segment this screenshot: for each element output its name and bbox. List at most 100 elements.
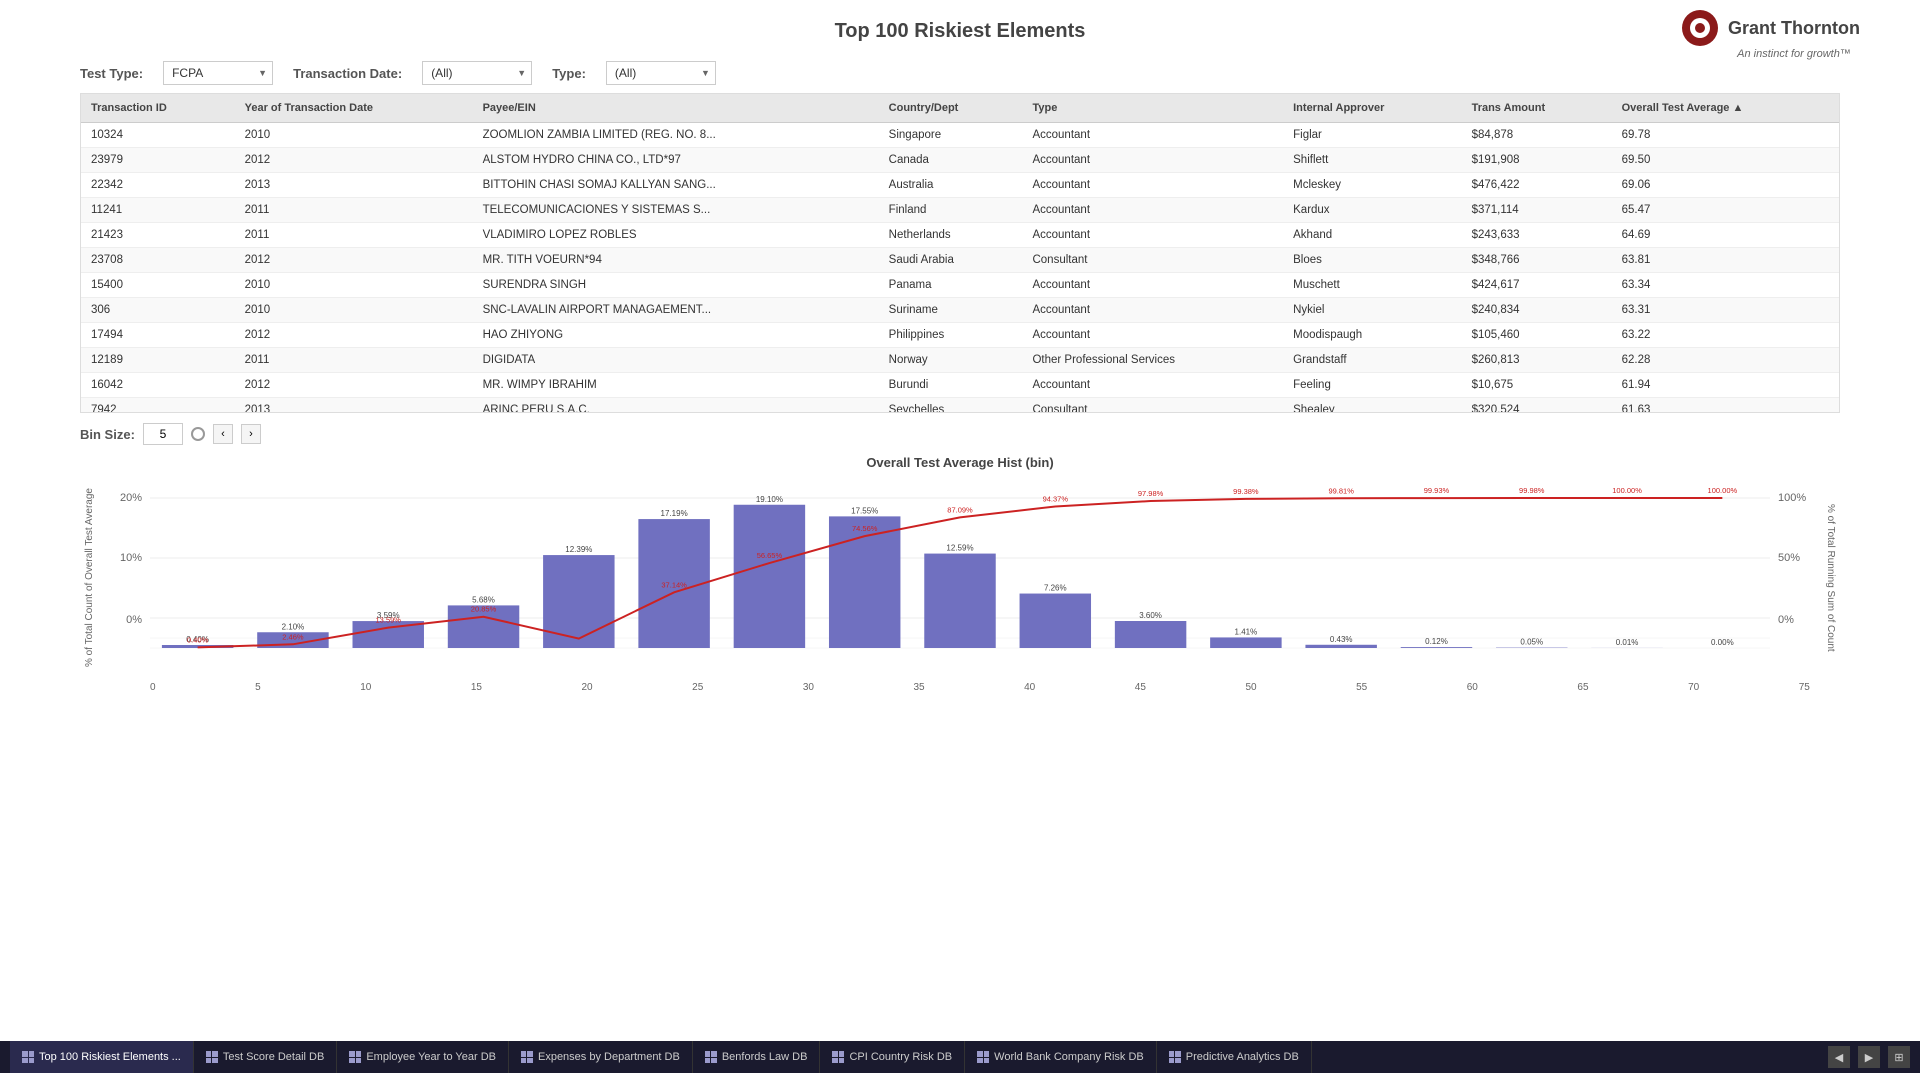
test-type-select-wrapper[interactable]: FCPA [163, 61, 273, 85]
tab-label-tab2: Test Score Detail DB [223, 1051, 324, 1063]
bin-size-input[interactable] [143, 423, 183, 445]
x-label-65: 65 [1577, 682, 1588, 693]
type-select-wrapper[interactable]: (All) [606, 61, 716, 85]
transaction-date-select-wrapper[interactable]: (All) [422, 61, 532, 85]
tab-grid-icon [1169, 1051, 1181, 1063]
table-row[interactable]: 23979 2012 ALSTOM HYDRO CHINA CO., LTD*9… [81, 148, 1839, 173]
table-row[interactable]: 10324 2010 ZOOMLION ZAMBIA LIMITED (REG.… [81, 123, 1839, 148]
x-label-60: 60 [1467, 682, 1478, 693]
tab-tab2[interactable]: Test Score Detail DB [194, 1041, 337, 1073]
cell-approver: Akhand [1283, 223, 1461, 248]
cell-type: Consultant [1022, 248, 1283, 273]
x-label-20: 20 [582, 682, 593, 693]
cell-id: 21423 [81, 223, 235, 248]
cell-id: 11241 [81, 198, 235, 223]
col-amount: Trans Amount [1462, 94, 1612, 123]
tab-tab4[interactable]: Expenses by Department DB [509, 1041, 693, 1073]
bottom-grid-btn[interactable]: ⊞ [1888, 1046, 1910, 1068]
table-row[interactable]: 22342 2013 BITTOHIN CHASI SOMAJ KALLYAN … [81, 173, 1839, 198]
cell-year: 2010 [235, 123, 473, 148]
tab-tab1[interactable]: Top 100 Riskiest Elements ... [10, 1041, 194, 1073]
tab-tab3[interactable]: Employee Year to Year DB [337, 1041, 509, 1073]
tab-label-tab6: CPI Country Risk DB [849, 1051, 952, 1063]
cell-country: Norway [879, 348, 1023, 373]
chart-title: Overall Test Average Hist (bin) [80, 455, 1840, 470]
type-label: Type: [552, 66, 586, 81]
svg-text:10%: 10% [120, 552, 142, 564]
col-country: Country/Dept [879, 94, 1023, 123]
cell-type: Accountant [1022, 198, 1283, 223]
x-label-55: 55 [1356, 682, 1367, 693]
tab-grid-icon [705, 1051, 717, 1063]
cell-country: Netherlands [879, 223, 1023, 248]
bottom-prev-btn[interactable]: ◀ [1828, 1046, 1850, 1068]
tab-tab8[interactable]: Predictive Analytics DB [1157, 1041, 1312, 1073]
tab-tab6[interactable]: CPI Country Risk DB [820, 1041, 965, 1073]
tab-icon-tab7 [977, 1051, 989, 1063]
tabs-container: Top 100 Riskiest Elements ... Test Score … [10, 1041, 1312, 1073]
transaction-date-select[interactable]: (All) [422, 61, 532, 85]
cell-avg: 61.94 [1612, 373, 1839, 398]
cell-id: 10324 [81, 123, 235, 148]
cell-payee: MR. TITH VOEURN*94 [473, 248, 879, 273]
cell-country: Australia [879, 173, 1023, 198]
bin-radio-btn[interactable] [191, 427, 205, 441]
cell-amount: $476,422 [1462, 173, 1612, 198]
grant-thornton-logo-icon [1682, 10, 1718, 46]
logo-tagline: An instinct for growth™ [1737, 48, 1851, 60]
col-avg: Overall Test Average ▲ [1612, 94, 1839, 123]
type-select[interactable]: (All) [606, 61, 716, 85]
table-row[interactable]: 23708 2012 MR. TITH VOEURN*94 Saudi Arab… [81, 248, 1839, 273]
tab-grid-icon [22, 1051, 34, 1063]
x-label-10: 10 [360, 682, 371, 693]
table-row[interactable]: 16042 2012 MR. WIMPY IBRAHIM Burundi Acc… [81, 373, 1839, 398]
table-row[interactable]: 17494 2012 HAO ZHIYONG Philippines Accou… [81, 323, 1839, 348]
cell-payee: DIGIDATA [473, 348, 879, 373]
table-row[interactable]: 306 2010 SNC-LAVALIN AIRPORT MANAGAEMENT… [81, 298, 1839, 323]
cell-approver: Bloes [1283, 248, 1461, 273]
cell-id: 12189 [81, 348, 235, 373]
cell-id: 22342 [81, 173, 235, 198]
bin-prev-button[interactable]: ‹ [213, 424, 233, 444]
x-label-70: 70 [1688, 682, 1699, 693]
cell-amount: $240,834 [1462, 298, 1612, 323]
cell-type: Accountant [1022, 298, 1283, 323]
tab-tab5[interactable]: Benfords Law DB [693, 1041, 821, 1073]
cell-payee: TELECOMUNICACIONES Y SISTEMAS S... [473, 198, 879, 223]
y-axis-left-label: % of Total Count of Overall Test Average [80, 478, 110, 678]
cell-type: Accountant [1022, 323, 1283, 348]
cell-approver: Feeling [1283, 373, 1461, 398]
table-row[interactable]: 21423 2011 VLADIMIRO LOPEZ ROBLES Nether… [81, 223, 1839, 248]
table-row[interactable]: 7942 2013 ARINC PERU S.A.C. Seychelles C… [81, 398, 1839, 414]
bin-next-button[interactable]: › [241, 424, 261, 444]
tab-label-tab1: Top 100 Riskiest Elements ... [39, 1051, 181, 1063]
tab-tab7[interactable]: World Bank Company Risk DB [965, 1041, 1157, 1073]
col-transaction-id: Transaction ID [81, 94, 235, 123]
cell-approver: Nykiel [1283, 298, 1461, 323]
transaction-date-label: Transaction Date: [293, 66, 402, 81]
table-row[interactable]: 11241 2011 TELECOMUNICACIONES Y SISTEMAS… [81, 198, 1839, 223]
cell-amount: $243,633 [1462, 223, 1612, 248]
filters-row: Test Type: FCPA Transaction Date: (All) … [0, 53, 1920, 93]
page-title: Top 100 Riskiest Elements [835, 20, 1086, 43]
cell-payee: VLADIMIRO LOPEZ ROBLES [473, 223, 879, 248]
cell-avg: 61.63 [1612, 398, 1839, 414]
cell-avg: 69.50 [1612, 148, 1839, 173]
cell-type: Accountant [1022, 223, 1283, 248]
x-label-30: 30 [803, 682, 814, 693]
bottom-next-btn[interactable]: ▶ [1858, 1046, 1880, 1068]
y-axis-right-label: % of Total Running Sum of Count [1810, 478, 1840, 678]
tab-icon-tab1 [22, 1051, 34, 1063]
bin-size-row: Bin Size: ‹ › [0, 413, 1920, 455]
tab-icon-tab2 [206, 1051, 218, 1063]
tab-icon-tab3 [349, 1051, 361, 1063]
table-row[interactable]: 15400 2010 SURENDRA SINGH Panama Account… [81, 273, 1839, 298]
cell-year: 2012 [235, 323, 473, 348]
tab-grid-icon [977, 1051, 989, 1063]
cell-amount: $348,766 [1462, 248, 1612, 273]
cell-amount: $105,460 [1462, 323, 1612, 348]
cell-year: 2013 [235, 398, 473, 414]
test-type-select[interactable]: FCPA [163, 61, 273, 85]
x-label-0: 0 [150, 682, 156, 693]
table-row[interactable]: 12189 2011 DIGIDATA Norway Other Profess… [81, 348, 1839, 373]
